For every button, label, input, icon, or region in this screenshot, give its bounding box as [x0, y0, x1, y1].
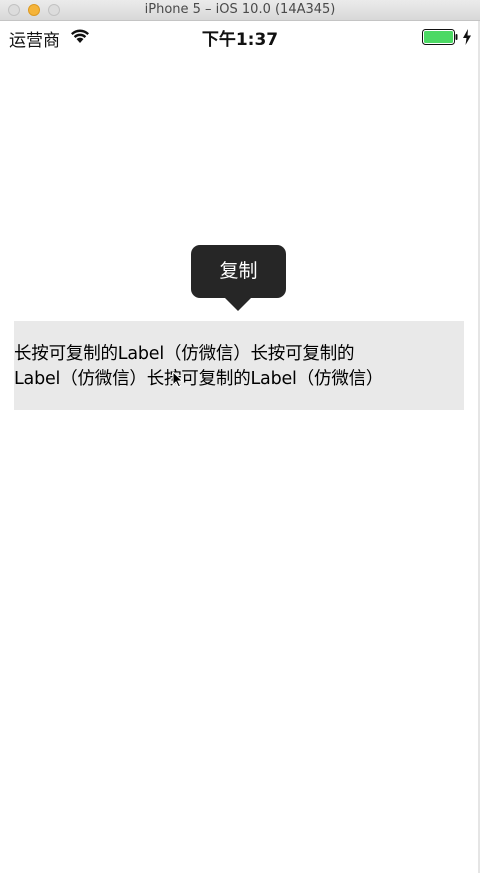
copy-menu-item[interactable]: 复制	[191, 245, 286, 298]
battery-icon	[422, 29, 458, 45]
charging-bolt-icon	[463, 29, 471, 45]
simulator-window: iPhone 5 – iOS 10.0 (14A345) 运营商 下午1:37 …	[0, 0, 480, 873]
copyable-label-text: 长按可复制的Label（仿微信）长按可复制的 Label（仿微信）长按可复制的L…	[14, 344, 384, 389]
ios-status-bar: 运营商 下午1:37	[0, 22, 480, 52]
window-title: iPhone 5 – iOS 10.0 (14A345)	[144, 2, 336, 17]
mouse-pointer-icon	[172, 371, 184, 388]
window-titlebar: iPhone 5 – iOS 10.0 (14A345)	[0, 0, 480, 21]
menu-arrow	[224, 297, 252, 311]
copyable-label[interactable]: 长按可复制的Label（仿微信）长按可复制的 Label（仿微信）长按可复制的L…	[14, 321, 464, 410]
status-clock: 下午1:37	[201, 30, 279, 50]
